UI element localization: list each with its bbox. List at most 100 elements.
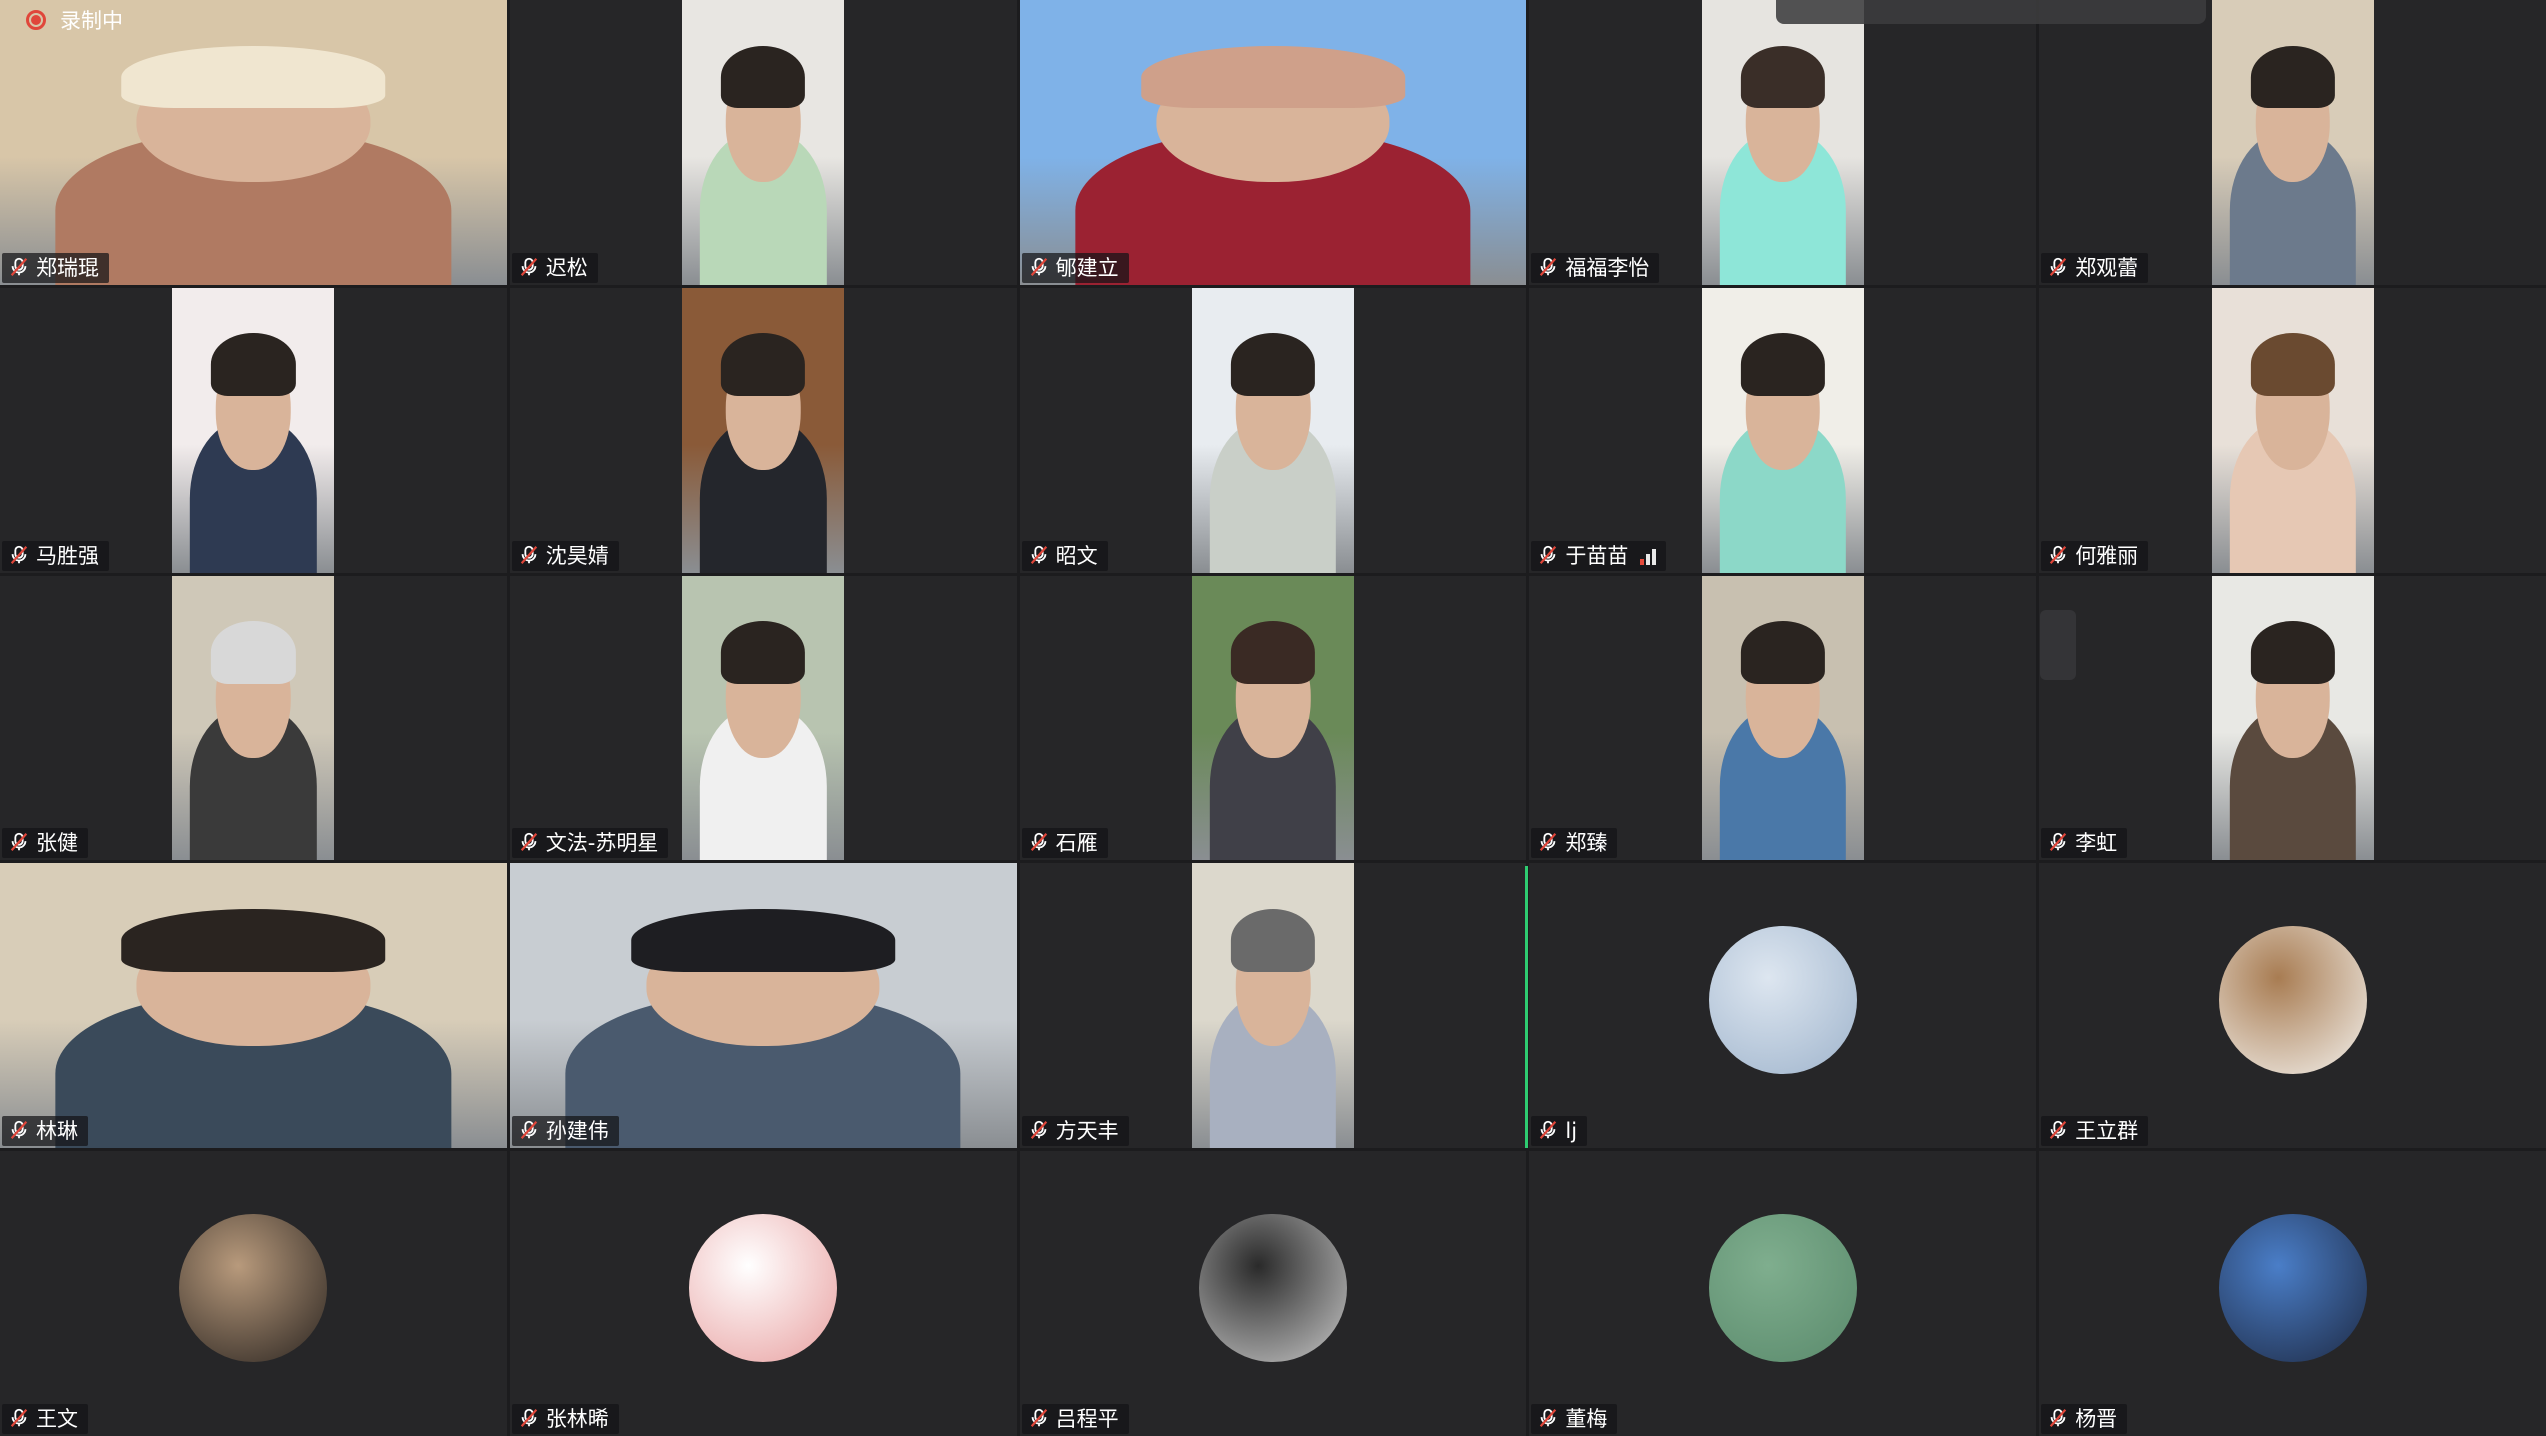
- top-toolbar[interactable]: [1776, 0, 2206, 24]
- participant-tile[interactable]: 孙建伟: [509, 863, 1017, 1149]
- muted-mic-icon: [2047, 1407, 2069, 1431]
- participant-tile[interactable]: 郑观蕾: [2039, 0, 2546, 285]
- participant-tile[interactable]: 董梅: [1529, 1151, 2037, 1436]
- muted-mic-icon: [8, 1119, 30, 1143]
- participant-tile[interactable]: 何雅丽: [2039, 287, 2546, 573]
- participant-name: 石雁: [1055, 831, 1098, 856]
- muted-mic-icon: [8, 544, 30, 568]
- participant-name: 吕程平: [1055, 1406, 1119, 1431]
- participant-tile[interactable]: 于苗苗: [1529, 287, 2037, 573]
- recording-label: 录制中: [60, 9, 123, 33]
- dark-window-avatar: [1198, 1213, 1347, 1362]
- participant-tile[interactable]: 吕程平: [1019, 1151, 1527, 1436]
- side-panel-handle[interactable]: [2040, 610, 2076, 680]
- video-feed: [2211, 0, 2374, 285]
- muted-mic-icon: [1537, 1119, 1559, 1143]
- muted-mic-icon: [518, 256, 540, 280]
- participant-nameplate: 王立群: [2041, 1116, 2149, 1147]
- participant-nameplate: 石雁: [1021, 828, 1108, 859]
- participant-tile[interactable]: 郇建立: [1019, 0, 1527, 285]
- participant-name: 昭文: [1055, 543, 1098, 568]
- participant-name: 何雅丽: [2075, 543, 2139, 568]
- person-hair: [1740, 621, 1825, 684]
- participant-name: 迟松: [545, 255, 588, 280]
- participant-tile[interactable]: 林琳: [0, 863, 507, 1149]
- participant-tile[interactable]: 迟松: [509, 0, 1017, 285]
- participant-name: 马胜强: [36, 543, 99, 568]
- participant-nameplate: 张健: [2, 828, 88, 859]
- snowflake-avatar: [1708, 925, 1857, 1074]
- participant-tile[interactable]: 张林晞: [509, 1151, 1017, 1436]
- participant-tile[interactable]: 马胜强: [0, 287, 507, 573]
- video-feed: [1191, 575, 1354, 861]
- participant-name: lj: [1565, 1119, 1578, 1144]
- video-feed: [1701, 0, 1864, 285]
- participant-tile[interactable]: 张健: [0, 575, 507, 861]
- participant-nameplate: 文法-苏明星: [511, 828, 669, 859]
- video-feed: [2211, 287, 2374, 573]
- video-feed: [2211, 575, 2374, 861]
- participant-nameplate: lj: [1531, 1116, 1588, 1147]
- participant-tile[interactable]: 李虹: [2039, 575, 2546, 861]
- participant-tile[interactable]: 王立群: [2039, 863, 2546, 1149]
- participant-name: 郇建立: [1055, 255, 1119, 280]
- participant-tile[interactable]: 文法-苏明星: [509, 575, 1017, 861]
- muted-mic-icon: [518, 1407, 540, 1431]
- participant-tile[interactable]: 方天丰: [1019, 863, 1527, 1149]
- participant-name: 郑臻: [1565, 831, 1608, 856]
- video-feed: [682, 575, 845, 861]
- video-feed: [509, 863, 1017, 1149]
- person-hair: [2250, 621, 2335, 684]
- video-feed: [1701, 287, 1864, 573]
- participant-tile[interactable]: 王文: [0, 1151, 507, 1436]
- participant-name: 郑观蕾: [2075, 255, 2139, 280]
- muted-mic-icon: [2047, 1119, 2069, 1143]
- participant-tile[interactable]: 石雁: [1019, 575, 1527, 861]
- muted-mic-icon: [1028, 1119, 1050, 1143]
- person-hair: [1740, 45, 1825, 109]
- participant-nameplate: 董梅: [1531, 1403, 1618, 1434]
- person-hair: [211, 621, 296, 684]
- participant-nameplate: 李虹: [2041, 828, 2128, 859]
- muted-mic-icon: [8, 831, 30, 855]
- person-hair: [721, 333, 806, 396]
- participant-nameplate: 何雅丽: [2041, 540, 2149, 571]
- participant-nameplate: 沈昊婧: [511, 540, 619, 571]
- person-hair: [721, 621, 806, 684]
- video-feed: [0, 0, 507, 285]
- recording-indicator[interactable]: 录制中: [26, 4, 123, 36]
- participant-nameplate: 马胜强: [2, 540, 109, 571]
- green-water-avatar: [1708, 1213, 1857, 1362]
- blue-sky-person-avatar: [2218, 1213, 2367, 1362]
- participant-nameplate: 郑臻: [1531, 828, 1618, 859]
- muted-mic-icon: [1028, 1407, 1050, 1431]
- video-feed: [172, 575, 335, 861]
- participant-name: 文法-苏明星: [545, 831, 659, 856]
- muted-mic-icon: [1537, 544, 1559, 568]
- person-hair: [121, 45, 386, 109]
- video-feed: [1191, 287, 1354, 573]
- muted-mic-icon: [1028, 831, 1050, 855]
- muted-mic-icon: [1028, 256, 1050, 280]
- muted-mic-icon: [2047, 544, 2069, 568]
- participant-tile[interactable]: 福福李怡: [1529, 0, 2037, 285]
- participant-nameplate: 于苗苗: [1531, 540, 1667, 571]
- participant-nameplate: 昭文: [1021, 540, 1108, 571]
- person-hair: [1230, 333, 1316, 396]
- participant-tile[interactable]: 郑臻: [1529, 575, 2037, 861]
- participant-tile[interactable]: lj: [1529, 863, 2037, 1149]
- participant-tile[interactable]: 沈昊婧: [509, 287, 1017, 573]
- video-feed: [1701, 575, 1864, 861]
- muted-mic-icon: [518, 544, 540, 568]
- person-hair: [211, 333, 296, 396]
- person-hair: [631, 908, 895, 972]
- participant-tile[interactable]: 郑瑞琨: [0, 0, 507, 285]
- participant-tile[interactable]: 昭文: [1019, 287, 1527, 573]
- participant-name: 郑瑞琨: [36, 255, 99, 280]
- muted-mic-icon: [2047, 256, 2069, 280]
- participant-name: 孙建伟: [545, 1119, 609, 1144]
- participant-tile[interactable]: 杨晋: [2039, 1151, 2546, 1436]
- cartoon-avatar: [689, 1213, 838, 1362]
- participant-name: 王文: [36, 1406, 78, 1431]
- muted-mic-icon: [8, 256, 30, 280]
